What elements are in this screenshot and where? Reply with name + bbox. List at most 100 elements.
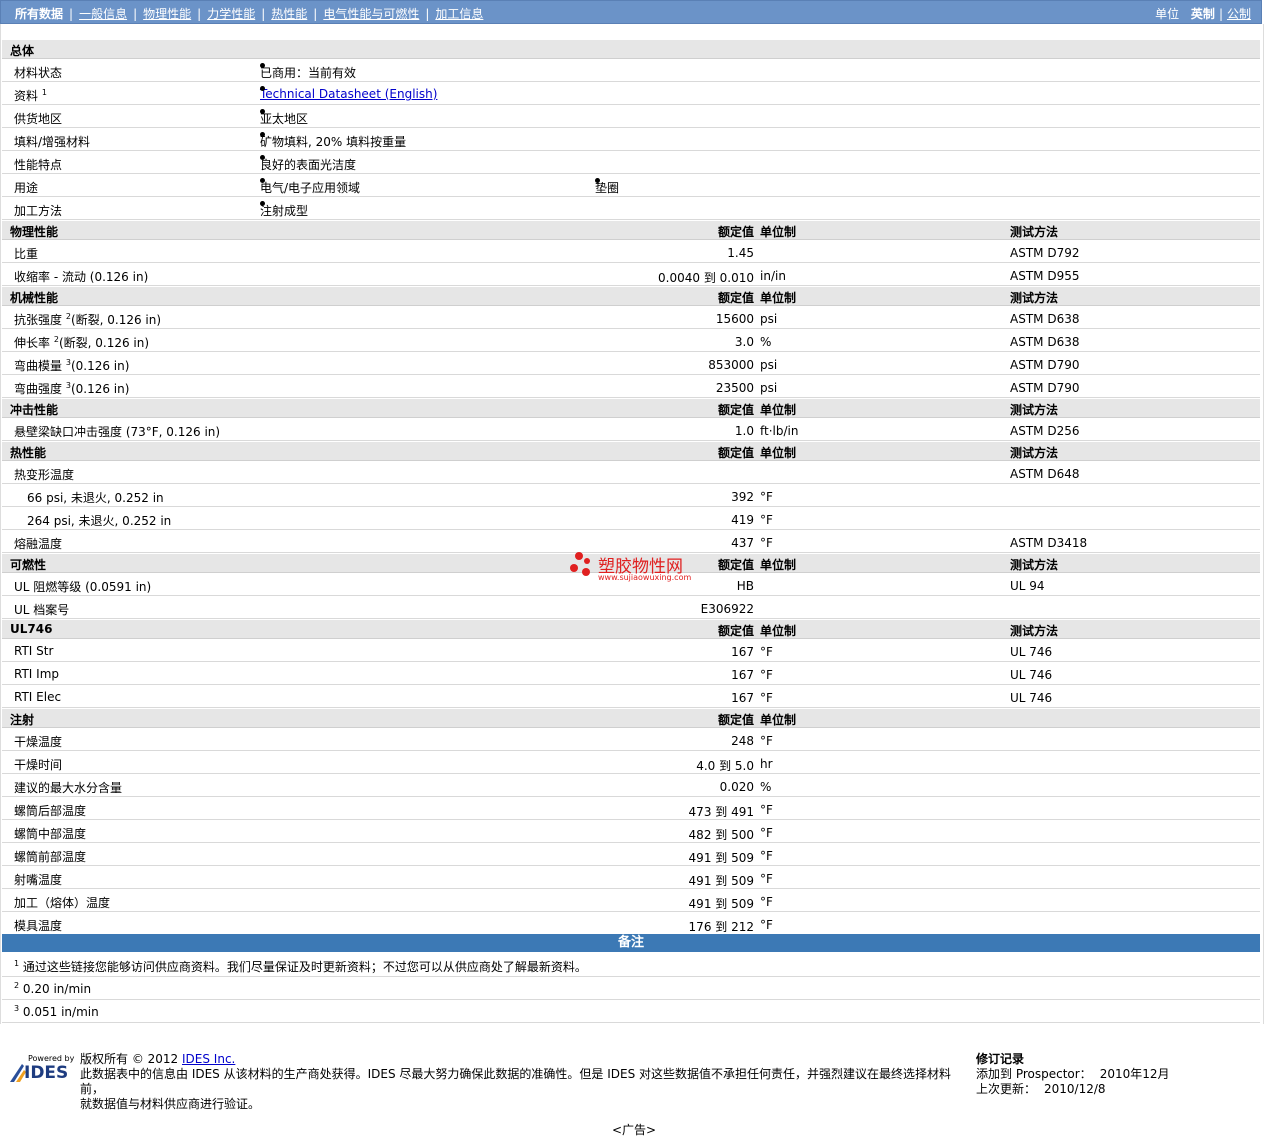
nav-physical[interactable]: 物理性能 bbox=[143, 7, 191, 21]
property-unit: °F bbox=[760, 734, 773, 748]
nav-thermal[interactable]: 热性能 bbox=[271, 7, 307, 21]
col-method-header: 测试方法 bbox=[1010, 291, 1059, 305]
property-unit: °F bbox=[760, 691, 773, 705]
property-value: 167 bbox=[731, 645, 754, 659]
property-label: RTI Str bbox=[14, 644, 54, 658]
note-row: 1 通过这些链接您能够访问供应商资料。我们尽量保证及时更新资料；不过您可以从供应… bbox=[2, 955, 1260, 977]
units-label: 单位 bbox=[1155, 7, 1180, 21]
property-value: 3.0 bbox=[734, 335, 754, 349]
property-row: 66 psi, 未退火, 0.252 in 392 °F bbox=[2, 485, 1260, 507]
section-title: 物理性能 bbox=[10, 225, 59, 239]
property-label: 螺筒中部温度 bbox=[14, 827, 87, 841]
section-title: UL746 bbox=[10, 622, 53, 636]
property-row: 螺筒后部温度 473 到 491 °F bbox=[2, 798, 1260, 820]
property-unit: in/in bbox=[760, 269, 786, 283]
col-rated-header: 额定值 bbox=[717, 291, 754, 305]
row-label: 填料/增强材料 bbox=[14, 135, 91, 149]
unit-metric[interactable]: 公制 bbox=[1227, 7, 1251, 21]
property-value: 4.0 到 5.0 bbox=[696, 759, 754, 773]
general-row: 用途 电气/电子应用领域 垫圈 bbox=[2, 175, 1260, 197]
row-label: 材料状态 bbox=[14, 66, 63, 80]
row-value[interactable]: Technical Datasheet (English) bbox=[260, 86, 437, 101]
property-row: 抗张强度 2(断裂, 0.126 in) 15600 psi ASTM D638 bbox=[2, 307, 1260, 329]
ad-label: <广告> bbox=[612, 1123, 657, 1137]
property-unit: °F bbox=[760, 803, 773, 817]
section-title: 热性能 bbox=[10, 446, 47, 460]
property-row: 加工（熔体）温度 491 到 509 °F bbox=[2, 890, 1260, 912]
property-value: 176 到 212 bbox=[688, 920, 754, 934]
property-label: 收缩率 - 流动 (0.126 in) bbox=[14, 270, 149, 284]
section-title: 机械性能 bbox=[10, 291, 59, 305]
row-label: 供货地区 bbox=[14, 112, 63, 126]
col-unit-header: 单位制 bbox=[760, 713, 797, 727]
property-test-method: UL 746 bbox=[1010, 645, 1053, 659]
property-value: HB bbox=[736, 579, 754, 593]
property-label: 264 psi, 未退火, 0.252 in bbox=[27, 514, 172, 528]
section-title: 注射 bbox=[10, 713, 35, 727]
section-nav: 所有数据 | 一般信息 | 物理性能 | 力学性能 | 热性能 | 电气性能与可燃性 | 加工信息 bbox=[15, 7, 484, 21]
note-row: 2 0.20 in/min bbox=[2, 978, 1260, 1000]
section-header: 注射 额定值 单位制 bbox=[2, 709, 1260, 728]
property-row: UL 档案号 E306922 bbox=[2, 597, 1260, 619]
col-method-header: 测试方法 bbox=[1010, 403, 1059, 417]
unit-imperial[interactable]: 英制 bbox=[1191, 7, 1215, 21]
property-value: 473 到 491 bbox=[688, 805, 754, 819]
property-label: RTI Elec bbox=[14, 690, 62, 704]
property-value: 1.45 bbox=[727, 246, 754, 260]
row-value: 良好的表面光洁度 bbox=[260, 155, 356, 173]
property-label: UL 档案号 bbox=[14, 603, 70, 617]
property-unit: psi bbox=[760, 312, 778, 326]
property-row: 悬壁梁缺口冲击强度 (73°F, 0.126 in) 1.0 ft·lb/in AST… bbox=[2, 419, 1260, 441]
property-value: 1.0 bbox=[734, 424, 754, 438]
watermark-url: www.sujiaowuxing.com bbox=[598, 573, 692, 582]
ides-link[interactable]: IDES Inc. bbox=[182, 1052, 235, 1066]
col-unit-header: 单位制 bbox=[760, 225, 797, 239]
property-label: 射嘴温度 bbox=[14, 873, 63, 887]
property-unit: °F bbox=[760, 918, 773, 932]
nav-general-info[interactable]: 一般信息 bbox=[79, 7, 127, 21]
property-unit: °F bbox=[760, 536, 773, 550]
nav-all-data[interactable]: 所有数据 bbox=[15, 7, 63, 21]
general-row: 供货地区 亚太地区 bbox=[2, 106, 1260, 128]
property-label: 干燥时间 bbox=[14, 758, 63, 772]
property-value: E306922 bbox=[700, 602, 754, 616]
property-unit: hr bbox=[760, 757, 773, 771]
property-value: 167 bbox=[731, 691, 754, 705]
general-row: 填料/增强材料 矿物填料, 20% 填料按重量 bbox=[2, 129, 1260, 151]
updated-value: 2010/12/8 bbox=[1044, 1082, 1106, 1096]
technical-datasheet-link[interactable]: Technical Datasheet (English) bbox=[260, 87, 437, 101]
note-row: 3 0.051 in/min bbox=[2, 1001, 1260, 1023]
top-nav-bar: 所有数据 | 一般信息 | 物理性能 | 力学性能 | 热性能 | 电气性能与可燃性 | 加工信息 单位… bbox=[0, 0, 1262, 24]
property-value: 167 bbox=[731, 668, 754, 682]
property-label: 熔融温度 bbox=[14, 537, 63, 551]
property-row: 螺筒中部温度 482 到 500 °F bbox=[2, 821, 1260, 843]
property-label: 弯曲模量 3(0.126 in) bbox=[14, 358, 130, 373]
property-label: UL 阻燃等级 (0.0591 in) bbox=[14, 580, 152, 594]
nav-electrical-flammability[interactable]: 电气性能与可燃性 bbox=[323, 7, 419, 21]
nav-mechanical[interactable]: 力学性能 bbox=[207, 7, 255, 21]
row-value: 已商用：当前有效 bbox=[260, 63, 356, 81]
section-header: UL746 额定值 单位制 测试方法 bbox=[2, 620, 1260, 639]
section-title: 冲击性能 bbox=[10, 403, 59, 417]
powered-by-text: Powered by bbox=[28, 1054, 75, 1063]
property-value: 0.0040 到 0.010 bbox=[658, 271, 754, 285]
property-label: 比重 bbox=[14, 247, 39, 261]
row-label: 用途 bbox=[14, 181, 39, 195]
property-label: 干燥温度 bbox=[14, 735, 63, 749]
property-label: 弯曲强度 3(0.126 in) bbox=[14, 381, 130, 396]
col-rated-header: 额定值 bbox=[717, 403, 754, 417]
property-row: 弯曲强度 3(0.126 in) 23500 psi ASTM D790 bbox=[2, 376, 1260, 398]
nav-processing[interactable]: 加工信息 bbox=[435, 7, 483, 21]
row-label: 性能特点 bbox=[14, 158, 63, 172]
property-label: RTI Imp bbox=[14, 667, 59, 681]
property-row: 射嘴温度 491 到 509 °F bbox=[2, 867, 1260, 889]
property-value: 0.020 bbox=[719, 780, 754, 794]
row-value: 注射成型 bbox=[260, 201, 308, 219]
row-value: 电气/电子应用领域 bbox=[260, 178, 360, 196]
property-row: RTI Elec 167 °F UL 746 bbox=[2, 686, 1260, 708]
section-header: 物理性能 额定值 单位制 测试方法 bbox=[2, 221, 1260, 240]
property-label: 模具温度 bbox=[14, 919, 63, 933]
general-row: 材料状态 已商用：当前有效 bbox=[2, 60, 1260, 82]
col-method-header: 测试方法 bbox=[1010, 558, 1059, 572]
row-value: 亚太地区 bbox=[260, 109, 308, 127]
